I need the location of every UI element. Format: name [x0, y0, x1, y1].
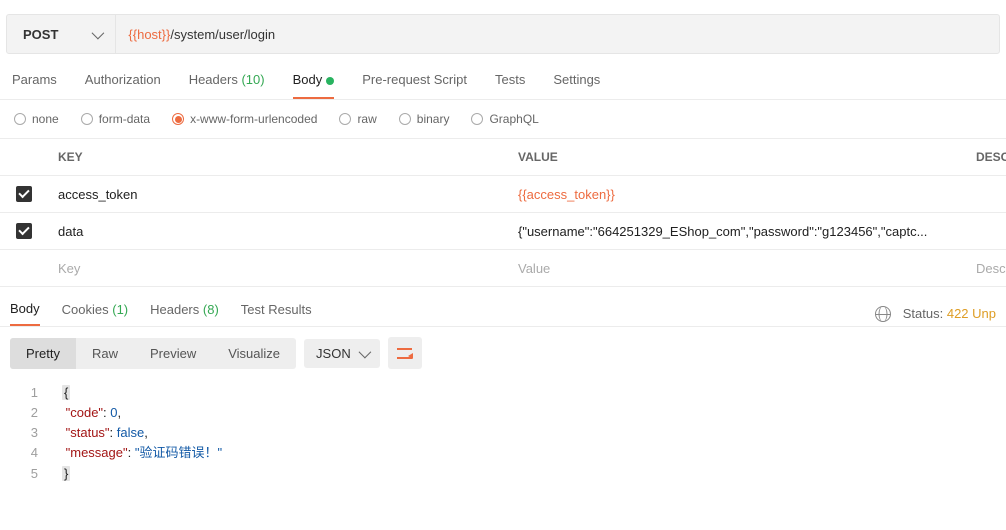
- param-key[interactable]: access_token: [48, 187, 508, 202]
- tab-authorization[interactable]: Authorization: [85, 72, 161, 99]
- col-header-description: DESC: [966, 150, 1006, 164]
- response-view-bar: Pretty Raw Preview Visualize JSON: [0, 327, 1006, 379]
- form-params-table: KEY VALUE DESC access_token{{access_toke…: [0, 138, 1006, 287]
- row-checkbox[interactable]: [16, 223, 32, 239]
- rtab-body[interactable]: Body: [10, 301, 40, 326]
- rtab-cookies[interactable]: Cookies (1): [62, 302, 128, 325]
- http-method-select[interactable]: POST: [7, 15, 116, 53]
- new-desc-input[interactable]: Descr: [966, 261, 1006, 276]
- http-method-label: POST: [23, 27, 58, 42]
- radio-form-data[interactable]: form-data: [81, 112, 150, 126]
- new-value-input[interactable]: Value: [508, 261, 966, 276]
- view-raw-button[interactable]: Raw: [76, 338, 134, 369]
- globe-icon[interactable]: [875, 306, 891, 322]
- rtab-headers[interactable]: Headers (8): [150, 302, 219, 325]
- view-pretty-button[interactable]: Pretty: [10, 338, 76, 369]
- url-variable: {{host}}: [128, 27, 170, 42]
- col-header-key: KEY: [48, 150, 508, 164]
- wrap-icon: [397, 348, 412, 359]
- url-input[interactable]: {{host}}/system/user/login: [116, 15, 999, 53]
- radio-binary[interactable]: binary: [399, 112, 450, 126]
- status-value: 422 Unp: [947, 306, 996, 321]
- chevron-down-icon: [358, 345, 371, 358]
- chevron-down-icon: [92, 26, 105, 39]
- request-tabs: Params Authorization Headers (10) Body P…: [0, 54, 1006, 100]
- col-header-value: VALUE: [508, 150, 966, 164]
- radio-none[interactable]: none: [14, 112, 59, 126]
- radio-x-www-form-urlencoded[interactable]: x-www-form-urlencoded: [172, 112, 317, 126]
- param-value[interactable]: {"username":"664251329_EShop_com","passw…: [508, 224, 966, 239]
- view-preview-button[interactable]: Preview: [134, 338, 212, 369]
- wrap-lines-button[interactable]: [388, 337, 422, 369]
- status-label: Status:: [903, 306, 943, 321]
- radio-graphql[interactable]: GraphQL: [471, 112, 538, 126]
- response-tabs: Body Cookies (1) Headers (8) Test Result…: [0, 287, 1006, 327]
- tab-settings[interactable]: Settings: [553, 72, 600, 99]
- body-type-row: none form-data x-www-form-urlencoded raw…: [0, 100, 1006, 138]
- radio-raw[interactable]: raw: [339, 112, 376, 126]
- url-path: /system/user/login: [170, 27, 275, 42]
- tab-pre-request-script[interactable]: Pre-request Script: [362, 72, 467, 99]
- response-body-code[interactable]: 1{2 "code": 0,3 "status": false,4 "messa…: [0, 379, 1006, 492]
- tab-tests[interactable]: Tests: [495, 72, 525, 99]
- rtab-test-results[interactable]: Test Results: [241, 302, 312, 325]
- format-select[interactable]: JSON: [304, 339, 380, 368]
- row-checkbox[interactable]: [16, 186, 32, 202]
- tab-body[interactable]: Body: [293, 72, 335, 99]
- tab-params[interactable]: Params: [12, 72, 57, 99]
- param-key[interactable]: data: [48, 224, 508, 239]
- tab-headers[interactable]: Headers (10): [189, 72, 265, 99]
- view-visualize-button[interactable]: Visualize: [212, 338, 296, 369]
- new-key-input[interactable]: Key: [48, 261, 508, 276]
- param-value[interactable]: {{access_token}}: [508, 187, 966, 202]
- modified-dot-icon: [326, 77, 334, 85]
